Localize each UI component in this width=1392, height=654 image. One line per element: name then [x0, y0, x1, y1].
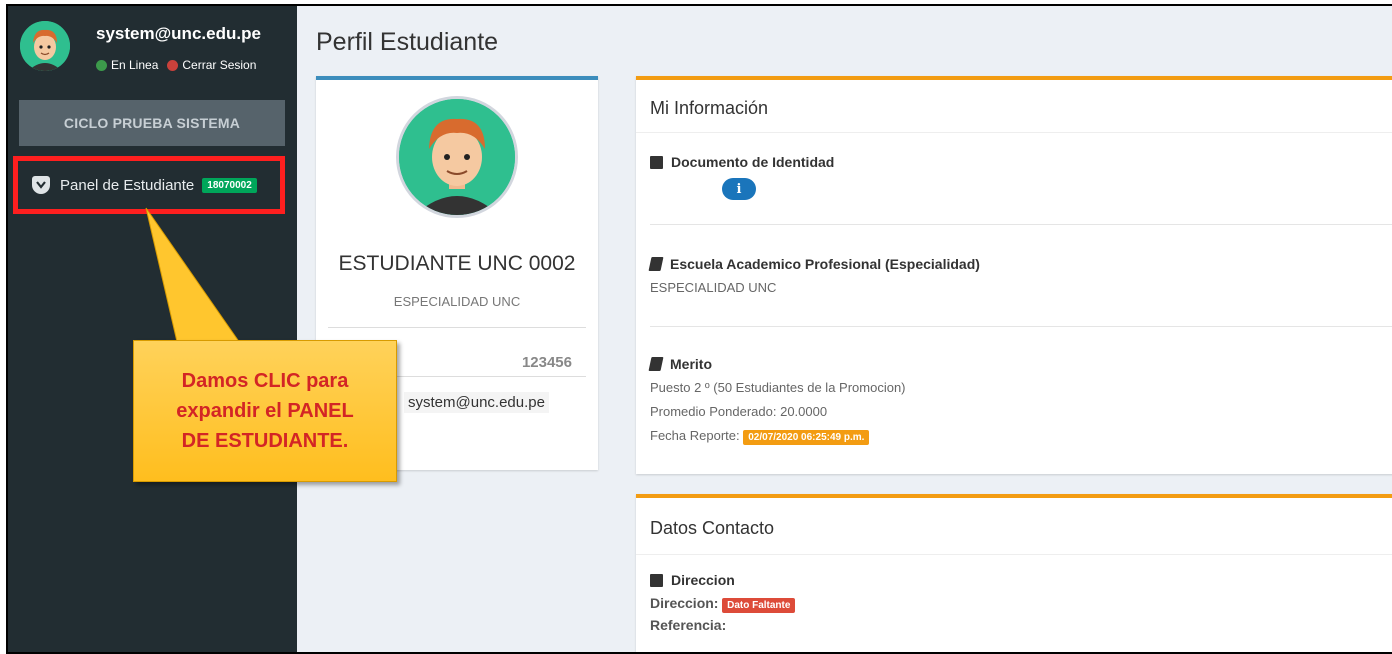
merito-puesto: Puesto 2 º (50 Estudiantes de la Promoci…: [650, 380, 906, 395]
student-code: 123456: [521, 354, 572, 371]
documento-title: Documento de Identidad: [650, 154, 834, 170]
note-icon: [650, 573, 663, 587]
box-title: Mi Información: [650, 98, 769, 118]
note-icon: [650, 155, 663, 169]
fecha-badge: 02/07/2020 06:25:49 p.m.: [743, 430, 870, 445]
escuela-value: ESPECIALIDAD UNC: [650, 280, 777, 295]
profile-avatar: [396, 96, 518, 218]
student-email: system@unc.edu.pe: [404, 392, 549, 413]
merito-label: Merito: [670, 356, 712, 372]
mi-informacion-box: Mi Información Documento de Identidad i …: [636, 76, 1392, 474]
referencia-label: Referencia:: [650, 617, 727, 633]
merito-promedio: Promedio Ponderado: 20.0000: [650, 404, 828, 419]
tutorial-callout: Damos CLIC para expandir el PANEL DE EST…: [133, 340, 397, 482]
callout-line: DE ESTUDIANTE.: [181, 430, 349, 452]
missing-data-badge: Dato Faltante: [722, 598, 796, 613]
escuela-label: Escuela Academico Profesional (Especiali…: [670, 256, 980, 272]
direccion-row: Direccion: Dato Faltante: [650, 595, 796, 613]
book-icon: [648, 357, 664, 371]
divider: [636, 554, 1392, 555]
escuela-title: Escuela Academico Profesional (Especiali…: [648, 256, 980, 272]
referencia-row: Referencia:: [650, 617, 726, 633]
divider: [636, 132, 1392, 133]
divider: [650, 224, 1392, 225]
merito-title: Merito: [648, 356, 712, 372]
info-button[interactable]: i: [722, 178, 756, 200]
callout-line: Damos CLIC para: [181, 370, 349, 392]
box-title: Datos Contacto: [650, 518, 775, 538]
documento-label: Documento de Identidad: [671, 154, 835, 170]
datos-contacto-box: Datos Contacto Direccion Direccion: Dato…: [636, 494, 1392, 652]
app-frame: system@unc.edu.pe En Linea Cerrar Sesion…: [6, 4, 1392, 654]
divider: [650, 326, 1392, 327]
fecha-reporte-row: Fecha Reporte: 02/07/2020 06:25:49 p.m.: [650, 428, 870, 445]
direccion-title: Direccion: [650, 572, 735, 588]
direccion-label: Direccion:: [650, 595, 719, 611]
fecha-label: Fecha Reporte:: [650, 428, 740, 443]
book-icon: [648, 257, 664, 271]
direccion-heading: Direccion: [671, 572, 735, 588]
callout-line: expandir el PANEL: [176, 400, 354, 422]
